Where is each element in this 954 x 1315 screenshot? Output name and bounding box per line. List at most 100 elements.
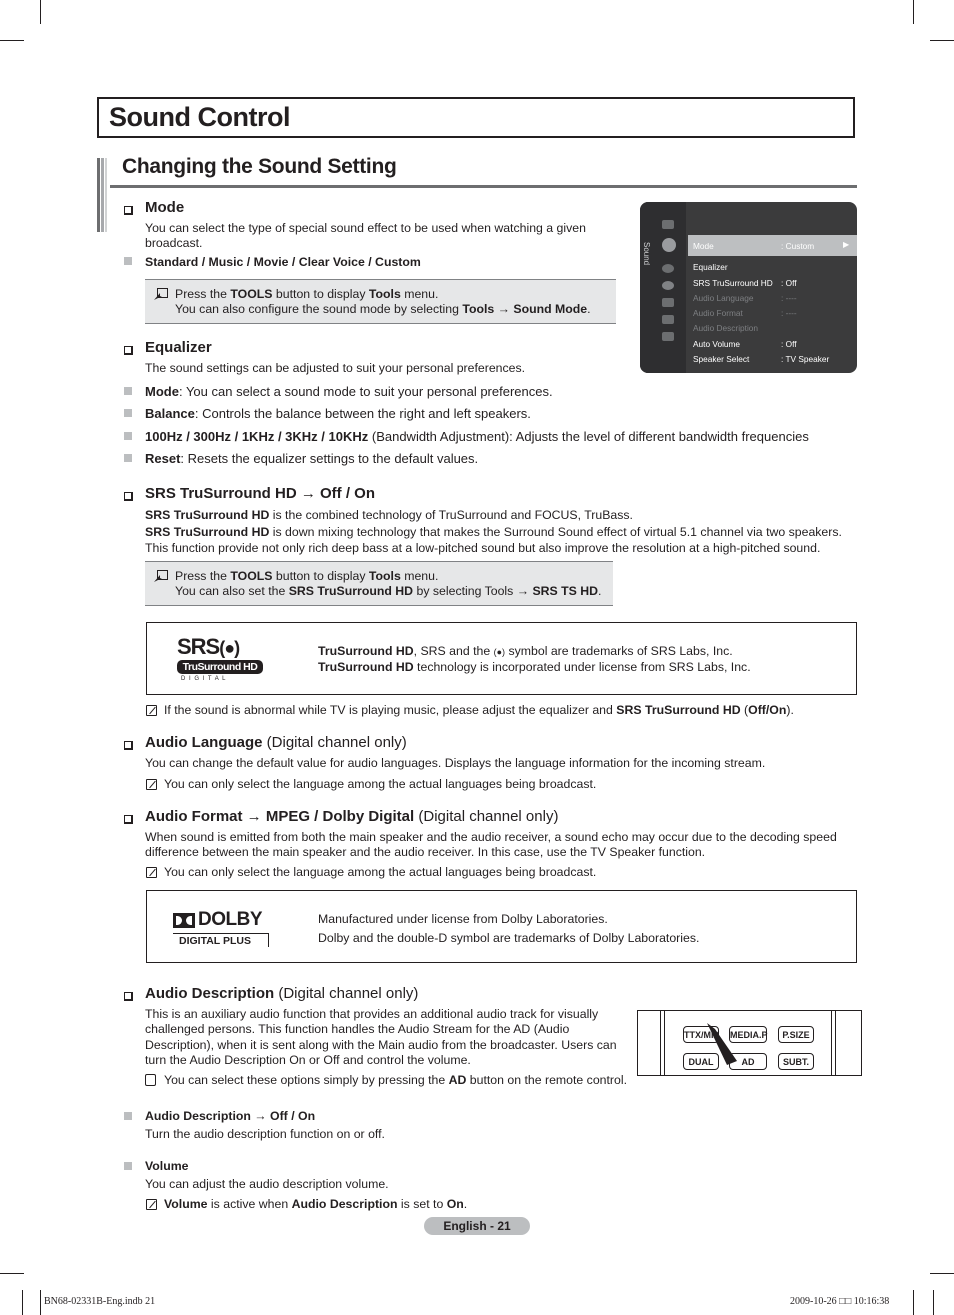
crop-mark: [930, 40, 954, 41]
bullet-square-icon: [124, 454, 132, 462]
bullet-square-icon: [124, 409, 132, 417]
channel-menu-icon: [662, 264, 674, 273]
sound-menu-icon: [662, 238, 676, 252]
volume-desc: You can adjust the audio description vol…: [145, 1177, 389, 1191]
mode-desc-line2: broadcast.: [145, 236, 203, 251]
section-checkbox-icon: [124, 206, 133, 215]
tools-icon: [154, 570, 168, 582]
crop-mark: [40, 0, 41, 24]
equalizer-bullet-bands: 100Hz / 300Hz / 1KHz / 3KHz / 10KHz (Ban…: [145, 429, 809, 444]
audio-language-note: You can only select the language among t…: [164, 777, 597, 791]
menu-item-audio-language: Audio Language: [693, 293, 754, 303]
menu-item-audio-format: Audio Format: [693, 308, 743, 318]
subtitle-bar-decoration: [97, 158, 110, 232]
crop-mark: [0, 40, 24, 41]
crop-mark: [40, 1290, 41, 1315]
page-title-box: Sound Control: [97, 97, 855, 138]
srs-logo-trusurround: TruSurround HD: [177, 660, 263, 674]
footer-file-name: BN68-02331B-Eng.indb 21: [44, 1296, 156, 1307]
audio-description-remote-note: You can select these options simply by p…: [164, 1073, 627, 1087]
srs-heading: SRS TruSurround HD → Off / On: [145, 485, 375, 502]
note-icon: [146, 779, 157, 790]
srs-logo-digital: D I G I T A L: [181, 676, 227, 682]
equalizer-heading: Equalizer: [145, 339, 212, 356]
menu-value-auto-volume: : Off: [781, 339, 797, 349]
mode-tools-box: Press the TOOLS button to display Tools …: [145, 279, 616, 324]
support-menu-icon: [662, 332, 674, 341]
srs-license-box: SRS(●) TruSurround HD D I G I T A L TruS…: [146, 622, 857, 695]
bullet-square-icon: [124, 257, 132, 265]
crop-mark: [933, 1290, 934, 1315]
remote-body-edge: [831, 1011, 836, 1075]
audio-format-note: You can only select the language among t…: [164, 865, 597, 879]
volume-note: Volume is active when Audio Description …: [164, 1197, 468, 1211]
srs-note: If the sound is abnormal while TV is pla…: [164, 703, 794, 717]
menu-item-speaker-select[interactable]: Speaker Select: [693, 354, 749, 364]
bullet-square-icon: [124, 432, 132, 440]
page-title: Sound Control: [109, 102, 290, 132]
input-menu-icon: [662, 298, 674, 307]
srs-description: SRS TruSurround HD is the combined techn…: [145, 508, 842, 555]
submenu-arrow-icon: ▶: [843, 240, 850, 249]
section-checkbox-icon: [124, 741, 133, 750]
note-icon: [146, 867, 157, 878]
equalizer-description: The sound settings can be adjusted to su…: [145, 361, 526, 375]
pointer-arrow-icon: [707, 1023, 737, 1065]
bullet-square-icon: [124, 1112, 132, 1120]
crop-mark: [913, 0, 914, 24]
footer-timestamp: 2009-10-26 □□ 10:16:38: [790, 1296, 890, 1307]
srs-license-text: TruSurround HD, SRS and the (●) symbol a…: [318, 644, 751, 675]
section-checkbox-icon: [124, 992, 133, 1001]
application-menu-icon: [662, 315, 674, 324]
page-number-badge: English - 21: [424, 1217, 530, 1235]
audio-format-description: When sound is emitted from both the main…: [145, 830, 837, 860]
audio-language-heading: Audio Language (Digital channel only): [145, 734, 407, 751]
srs-logo: SRS(●) TruSurround HD D I G I T A L: [177, 634, 267, 682]
menu-value-mode: : Custom: [781, 241, 815, 251]
setup-menu-icon: [662, 281, 674, 290]
crop-mark: [0, 1273, 24, 1274]
srs-logo-wordmark: SRS(●): [177, 634, 240, 659]
audio-description-text: This is an auxiliary audio function that…: [145, 1007, 617, 1067]
double-d-icon: [173, 912, 195, 928]
menu-item-audio-description: Audio Description: [693, 323, 759, 333]
audio-description-heading: Audio Description (Digital channel only): [145, 985, 419, 1002]
tv-sound-menu-screenshot: Sound Mode : Custom ▶ Equalizer SRS TruS…: [640, 202, 857, 373]
note-icon: [146, 1199, 157, 1210]
mode-options: Standard / Music / Movie / Clear Voice /…: [145, 255, 421, 269]
menu-item-mode[interactable]: Mode: [693, 241, 714, 251]
remote-button-subt: SUBT.: [778, 1053, 814, 1070]
equalizer-bullet-mode: Mode: You can select a sound mode to sui…: [145, 384, 553, 399]
srs-tools-box: Press the TOOLS button to display Tools …: [145, 561, 613, 606]
menu-item-auto-volume[interactable]: Auto Volume: [693, 339, 740, 349]
section-title-rule: [110, 185, 857, 188]
remote-icon: [145, 1074, 156, 1086]
remote-body-edge: [660, 1011, 665, 1075]
mode-desc-line1: You can select the type of special sound…: [145, 221, 586, 235]
mode-tools-text: Press the TOOLS button to display Tools …: [175, 287, 591, 317]
section-checkbox-icon: [124, 815, 133, 824]
menu-value-speaker-select: : TV Speaker: [781, 354, 830, 364]
mode-heading: Mode: [145, 199, 185, 216]
crop-mark: [913, 1290, 914, 1315]
bullet-square-icon: [124, 387, 132, 395]
audio-language-description: You can change the default value for aud…: [145, 756, 766, 770]
section-title: Changing the Sound Setting: [122, 155, 397, 178]
menu-item-srs[interactable]: SRS TruSurround HD: [693, 278, 773, 288]
note-icon: [146, 705, 157, 716]
menu-value-audio-format: : ----: [781, 308, 797, 318]
menu-item-equalizer[interactable]: Equalizer: [693, 262, 728, 272]
audio-format-heading: Audio Format → MPEG / Dolby Digital (Dig…: [145, 808, 559, 825]
dolby-logo: DOLBY DIGITAL PLUS: [173, 909, 269, 947]
dolby-logo-wordmark: DOLBY: [173, 909, 269, 931]
dolby-license-text: Manufactured under license from Dolby La…: [318, 912, 700, 945]
crop-mark: [22, 1290, 23, 1315]
srs-tools-text: Press the TOOLS button to display Tools …: [175, 569, 602, 599]
menu-category-label: Sound: [642, 242, 651, 266]
picture-menu-icon: [662, 220, 674, 229]
mode-description: You can select the type of special sound…: [145, 221, 586, 252]
crop-mark: [930, 1273, 954, 1274]
section-checkbox-icon: [124, 492, 133, 501]
section-checkbox-icon: [124, 346, 133, 355]
tools-icon: [154, 288, 168, 300]
